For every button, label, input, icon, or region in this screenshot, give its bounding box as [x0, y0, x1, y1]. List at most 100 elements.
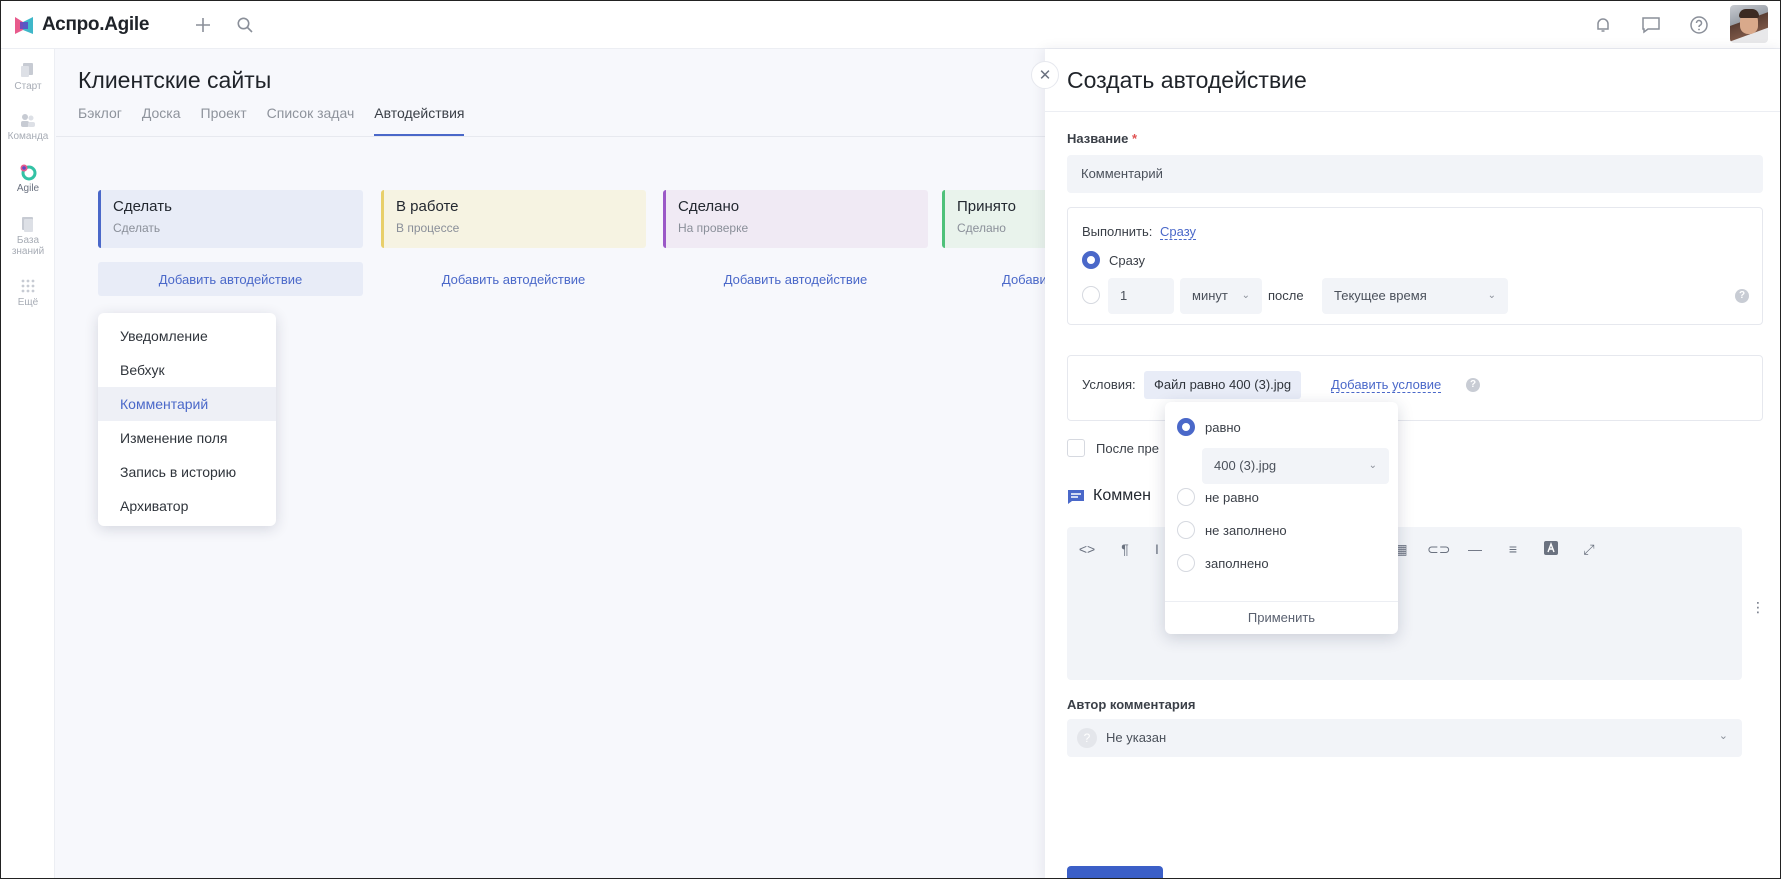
- execute-now-label: Сразу: [1109, 253, 1146, 268]
- nav-label: Старт: [14, 81, 42, 92]
- tab-automations[interactable]: Автодействия: [374, 105, 465, 136]
- condition-chip[interactable]: Файл равно 400 (3).jpg: [1144, 371, 1302, 399]
- column-title: Сделано: [678, 198, 740, 215]
- condition-empty-radio[interactable]: [1177, 521, 1195, 539]
- nav-item-knowledge-base[interactable]: База знаний: [1, 215, 55, 257]
- tab-backlog[interactable]: Бэклог: [78, 105, 122, 136]
- condition-popover: равно 400 (3).jpg ⌄ не равно не заполнен…: [1165, 402, 1398, 634]
- author-label: Автор комментария: [1067, 697, 1196, 712]
- author-select[interactable]: ? Не указан ⌄: [1067, 719, 1742, 757]
- paragraph-icon[interactable]: ¶: [1115, 541, 1135, 557]
- nav-label: Agile: [16, 183, 40, 194]
- nav-item-start[interactable]: Старт: [1, 61, 55, 92]
- book-icon: [18, 215, 38, 233]
- execute-now-radio[interactable]: [1082, 251, 1100, 269]
- chat-icon[interactable]: [1639, 13, 1663, 37]
- delay-value-input[interactable]: 1: [1108, 278, 1174, 314]
- nav-item-more[interactable]: Ещё: [1, 277, 55, 308]
- help-icon[interactable]: ?: [1466, 378, 1480, 392]
- tab-project[interactable]: Проект: [201, 105, 247, 136]
- after-reference-select[interactable]: Текущее время ⌄: [1322, 278, 1508, 314]
- add-automation-button[interactable]: Добавить автодействие: [663, 262, 928, 296]
- author-value: Не указан: [1106, 730, 1167, 745]
- close-icon[interactable]: ✕: [1031, 61, 1059, 89]
- name-input[interactable]: Комментарий: [1067, 155, 1763, 193]
- add-condition-row: Добавить условие: [1331, 377, 1442, 393]
- tab-task-list[interactable]: Список задач: [267, 105, 355, 136]
- bell-icon[interactable]: [1591, 13, 1615, 37]
- app-window: Аспро.Agile Старт Команда Agile База зна…: [0, 0, 1781, 879]
- after-checkbox-label: После пре: [1096, 441, 1160, 456]
- execute-when-link[interactable]: Сразу: [1160, 224, 1197, 240]
- menu-item-notification[interactable]: Уведомление: [98, 319, 276, 353]
- column-subtitle: В процессе: [396, 221, 460, 235]
- tab-board[interactable]: Доска: [142, 105, 181, 136]
- execute-delay-radio[interactable]: [1082, 286, 1100, 304]
- name-label-text: Название: [1067, 131, 1129, 146]
- left-nav: Старт Команда Agile База знаний Ещё: [1, 49, 55, 878]
- chevron-down-icon: ⌄: [1241, 290, 1250, 301]
- help-icon[interactable]: [1687, 13, 1711, 37]
- link-icon[interactable]: ⊂⊃: [1427, 541, 1450, 558]
- status-column-done: Сделано На проверке: [663, 190, 928, 248]
- delay-unit-select[interactable]: минут ⌄: [1180, 278, 1262, 314]
- condition-value-select[interactable]: 400 (3).jpg ⌄: [1202, 448, 1389, 484]
- menu-item-webhook[interactable]: Вебхук: [98, 353, 276, 387]
- comment-section-title: Коммен: [1093, 487, 1151, 504]
- menu-item-field-change[interactable]: Изменение поля: [98, 421, 276, 455]
- chevron-down-icon: ⌄: [1718, 730, 1728, 742]
- menu-item-comment[interactable]: Комментарий: [98, 387, 276, 421]
- condition-option-filled[interactable]: заполнено: [1205, 556, 1269, 571]
- condition-not-equals-radio[interactable]: [1177, 488, 1195, 506]
- execute-section: Выполнить: Сразу Сразу 1 минут ⌄ после Т…: [1067, 207, 1763, 325]
- align-icon[interactable]: ≡: [1503, 541, 1523, 557]
- condition-option-equals[interactable]: равно: [1205, 420, 1241, 435]
- condition-option-empty[interactable]: не заполнено: [1205, 523, 1287, 538]
- fullscreen-icon[interactable]: ⤢: [1579, 541, 1599, 558]
- nav-label: Команда: [7, 131, 49, 142]
- more-vertical-icon[interactable]: ⋮: [1751, 599, 1765, 616]
- nav-label: Ещё: [17, 297, 39, 308]
- team-icon: [18, 111, 38, 129]
- nav-item-team[interactable]: Команда: [1, 111, 55, 142]
- condition-filled-radio[interactable]: [1177, 554, 1195, 572]
- text-color-icon[interactable]: [1541, 541, 1561, 558]
- add-icon[interactable]: [191, 13, 215, 37]
- column-subtitle: Сделать: [113, 221, 161, 235]
- column-subtitle: На проверке: [678, 221, 749, 235]
- code-icon[interactable]: <>: [1077, 541, 1097, 557]
- condition-equals-radio[interactable]: [1177, 418, 1195, 436]
- search-icon[interactable]: [233, 13, 257, 37]
- menu-item-history-record[interactable]: Запись в историю: [98, 455, 276, 489]
- help-icon[interactable]: ?: [1735, 289, 1749, 303]
- name-label: Название *: [1067, 131, 1137, 146]
- tab-bar: Бэклог Доска Проект Список задач Автодей…: [78, 105, 484, 136]
- comment-icon: [1067, 489, 1085, 510]
- app-logo[interactable]: Аспро.Agile: [13, 14, 149, 36]
- after-reference-value: Текущее время: [1334, 288, 1427, 303]
- main-content: Клиентские сайты Бэклог Доска Проект Спи…: [56, 49, 1207, 878]
- horizontal-rule-icon[interactable]: —: [1465, 541, 1485, 557]
- add-automation-button[interactable]: Добавить автодействие: [381, 262, 646, 296]
- panel-title: Создать автодействие: [1067, 67, 1307, 93]
- add-condition-link[interactable]: Добавить условие: [1331, 377, 1442, 393]
- panel-divider: [1045, 111, 1780, 112]
- menu-item-archiver[interactable]: Архиватор: [98, 489, 276, 523]
- required-mark: *: [1132, 131, 1138, 146]
- top-bar: Аспро.Agile: [1, 1, 1780, 49]
- avatar-placeholder-icon: ?: [1077, 728, 1097, 748]
- status-column-in-progress: В работе В процессе: [381, 190, 646, 248]
- tabs-divider: [56, 136, 1046, 137]
- condition-option-not-equals[interactable]: не равно: [1205, 490, 1259, 505]
- status-column-todo: Сделать Сделать: [98, 190, 363, 248]
- nav-item-agile[interactable]: Agile: [1, 163, 55, 194]
- agile-icon: [18, 163, 38, 181]
- save-button[interactable]: [1067, 866, 1163, 878]
- user-avatar[interactable]: [1730, 5, 1768, 43]
- add-automation-button[interactable]: Добавить автодействие: [98, 262, 363, 296]
- after-checkbox[interactable]: [1067, 439, 1085, 457]
- apply-button[interactable]: Применить: [1165, 601, 1398, 634]
- column-title: В работе: [396, 198, 459, 215]
- italic-icon[interactable]: I: [1147, 541, 1167, 557]
- chevron-down-icon: ⌄: [1487, 290, 1496, 301]
